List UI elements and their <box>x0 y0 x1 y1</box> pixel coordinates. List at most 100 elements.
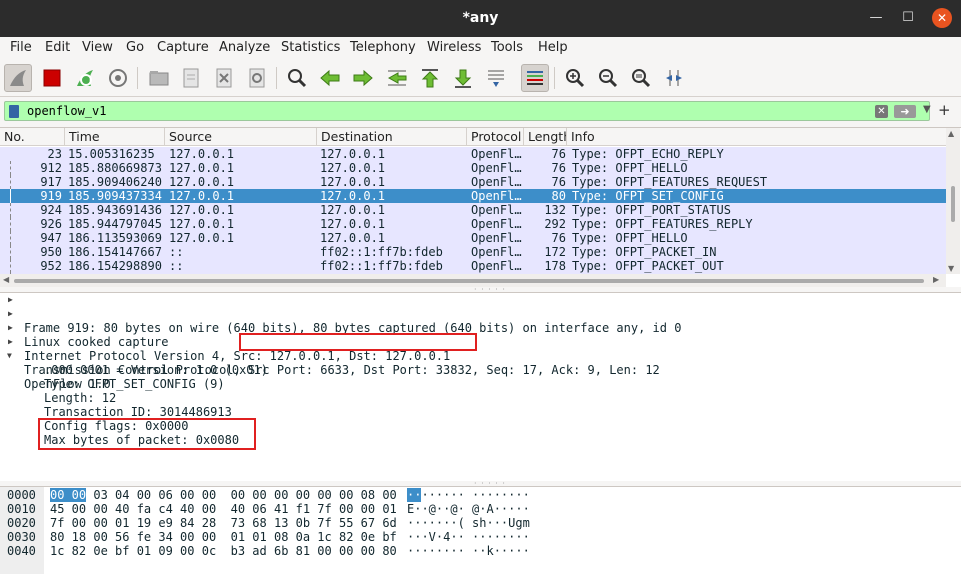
shark-fin-start-icon[interactable] <box>4 64 32 92</box>
cell-no: 917 <box>40 175 62 189</box>
selected-hex-bytes: 00 00 <box>50 488 87 502</box>
apply-filter-icon[interactable]: ➜ <box>894 105 916 118</box>
tree-row-openflow[interactable]: ▼ OpenFlow 1.0 <box>0 349 111 391</box>
packet-row[interactable]: 924 185.943691436 127.0.0.1 127.0.0.1 OpenFl… <box>0 203 946 217</box>
expand-arrow-icon[interactable]: ▶ <box>8 307 13 321</box>
tree-field-type[interactable]: Type: OFPT_SET_CONFIG (9) <box>44 377 225 391</box>
cell-src: 127.0.0.1 <box>169 175 235 189</box>
cell-dst: 127.0.0.1 <box>320 161 386 175</box>
menubar: File Edit View Go Capture Analyze Statis… <box>0 37 961 59</box>
cell-no: 924 <box>40 203 62 217</box>
packet-row[interactable]: 23 15.005316235 127.0.0.1 127.0.0.1 OpenFl… 7… <box>0 147 946 161</box>
menu-capture[interactable]: Capture <box>157 40 209 55</box>
packet-row[interactable]: 912 185.880669873 127.0.0.1 127.0.0.1 OpenFl… <box>0 161 946 175</box>
maximize-icon[interactable]: ☐ <box>898 8 918 28</box>
stop-capture-icon[interactable] <box>38 64 66 92</box>
resize-columns-icon[interactable] <box>660 64 688 92</box>
packet-row[interactable]: 919 185.909437334 127.0.0.1 127.0.0.1 OpenFl… <box>0 189 946 203</box>
packet-list[interactable]: No. Time Source Destination Protocol Len… <box>0 127 961 288</box>
close-file-icon[interactable] <box>210 64 238 92</box>
byte-offset: 0010 <box>7 502 36 516</box>
clear-filter-icon[interactable]: ✕ <box>875 105 888 118</box>
collapse-arrow-icon[interactable]: ▼ <box>7 349 12 363</box>
cell-dst: 127.0.0.1 <box>320 231 386 245</box>
packet-row[interactable]: 917 185.909406240 127.0.0.1 127.0.0.1 OpenFl… <box>0 175 946 189</box>
packet-row[interactable]: 926 185.944797045 127.0.0.1 127.0.0.1 OpenFl… <box>0 217 946 231</box>
window-title: *any <box>462 10 499 26</box>
normal-size-icon[interactable] <box>627 64 655 92</box>
go-back-icon[interactable] <box>316 64 344 92</box>
packet-list-hscrollbar[interactable]: ◀ ▶ <box>0 274 946 287</box>
go-forward-icon[interactable] <box>349 64 377 92</box>
menu-file[interactable]: File <box>10 40 32 55</box>
cell-dst: 127.0.0.1 <box>320 175 386 189</box>
close-icon[interactable]: ✕ <box>932 8 952 28</box>
menu-analyze[interactable]: Analyze <box>219 40 270 55</box>
packet-details-tree[interactable]: ▶ Frame 919: 80 bytes on wire (640 bits)… <box>0 292 961 482</box>
packet-list-vscrollbar[interactable]: ▲ ▼ <box>946 128 960 274</box>
cell-no: 919 <box>40 189 62 203</box>
menu-edit[interactable]: Edit <box>45 40 70 55</box>
packet-row[interactable]: 950 186.154147667:: ff02::1:ff7b:fdeb OpenF… <box>0 245 946 259</box>
save-file-icon[interactable] <box>177 64 205 92</box>
cell-src: 127.0.0.1 <box>169 161 235 175</box>
menu-go[interactable]: Go <box>126 40 144 55</box>
go-first-icon[interactable] <box>416 64 444 92</box>
packet-bytes-pane[interactable]: 0000 00 00 03 04 00 06 00 00 00 00 00 00 … <box>0 486 961 574</box>
cell-len: 80 <box>551 189 566 203</box>
find-packet-icon[interactable] <box>283 64 311 92</box>
cell-info: Type: OFPT_SET_CONFIG <box>572 189 724 203</box>
expand-arrow-icon[interactable]: ▶ <box>8 321 13 335</box>
colorize-icon[interactable] <box>521 64 549 92</box>
menu-wireless[interactable]: Wireless <box>427 40 481 55</box>
display-filter-input[interactable]: openflow_v1 ✕ ➜ ▼ <box>4 101 931 121</box>
cell-src: 127.0.0.1 <box>169 203 235 217</box>
column-protocol[interactable]: Protocol <box>467 128 524 146</box>
menu-help[interactable]: Help <box>538 40 568 55</box>
autoscroll-icon[interactable] <box>482 64 510 92</box>
tree-field-xid[interactable]: Transaction ID: 3014486913 <box>44 405 232 419</box>
hex-bytes: 1c 82 0e bf 01 09 00 0c b3 ad 6b 81 00 0… <box>50 544 397 558</box>
column-length[interactable]: Length <box>524 128 567 146</box>
tree-row-frame[interactable]: ▶ Frame 919: 80 bytes on wire (640 bits)… <box>0 293 681 335</box>
tree-row-tcp[interactable]: ▶ Transmission Control Protocol, Src Por… <box>0 335 961 377</box>
menu-statistics[interactable]: Statistics <box>281 40 340 55</box>
capture-options-icon[interactable] <box>104 64 132 92</box>
cell-proto: OpenFl… <box>471 217 522 231</box>
minimize-icon[interactable]: — <box>866 8 886 28</box>
zoom-out-icon[interactable] <box>594 64 622 92</box>
bookmark-icon[interactable] <box>9 105 19 118</box>
column-destination[interactable]: Destination <box>317 128 467 146</box>
cell-info: Type: OFPT_HELLO <box>572 231 688 245</box>
column-no[interactable]: No. <box>0 128 65 146</box>
packet-row[interactable]: 947 186.113593069 127.0.0.1 127.0.0.1 OpenFl… <box>0 231 946 245</box>
expand-arrow-icon[interactable]: ▶ <box>8 335 13 349</box>
packet-row[interactable]: 952 186.154298890:: ff02::1:ff7b:fdeb OpenF… <box>0 259 946 273</box>
add-filter-button-icon[interactable]: + <box>938 101 951 119</box>
cell-no: 912 <box>40 161 62 175</box>
cell-proto: OpenFl… <box>471 161 522 175</box>
expand-arrow-icon[interactable]: ▶ <box>8 293 13 307</box>
zoom-in-icon[interactable] <box>561 64 589 92</box>
column-time[interactable]: Time <box>65 128 165 146</box>
restart-capture-icon[interactable] <box>71 64 99 92</box>
reload-file-icon[interactable] <box>243 64 271 92</box>
filter-history-dropdown-icon[interactable]: ▼ <box>923 104 931 115</box>
byte-offset: 0000 <box>7 488 36 502</box>
menu-view[interactable]: View <box>82 40 113 55</box>
tree-field-length[interactable]: Length: 12 <box>44 391 116 405</box>
menu-tools[interactable]: Tools <box>491 40 523 55</box>
go-to-packet-icon[interactable] <box>383 64 411 92</box>
tree-field-version[interactable]: .000 0001 = Version: 1.0 (0x01) <box>44 363 268 377</box>
cell-time: 15.005316235 <box>68 147 155 161</box>
open-file-icon[interactable] <box>145 64 173 92</box>
column-info[interactable]: Info <box>567 128 946 146</box>
column-source[interactable]: Source <box>165 128 317 146</box>
tree-row-ipv4[interactable]: ▶ Internet Protocol Version 4, Src: 127.… <box>0 321 450 363</box>
go-last-icon[interactable] <box>449 64 477 92</box>
selected-ascii-bytes: ·· <box>407 488 422 502</box>
cell-no: 952 <box>40 259 62 273</box>
tree-row-linux-cooked[interactable]: ▶ Linux cooked capture <box>0 307 169 349</box>
cell-dst: 127.0.0.1 <box>320 147 386 161</box>
menu-telephony[interactable]: Telephony <box>350 40 416 55</box>
